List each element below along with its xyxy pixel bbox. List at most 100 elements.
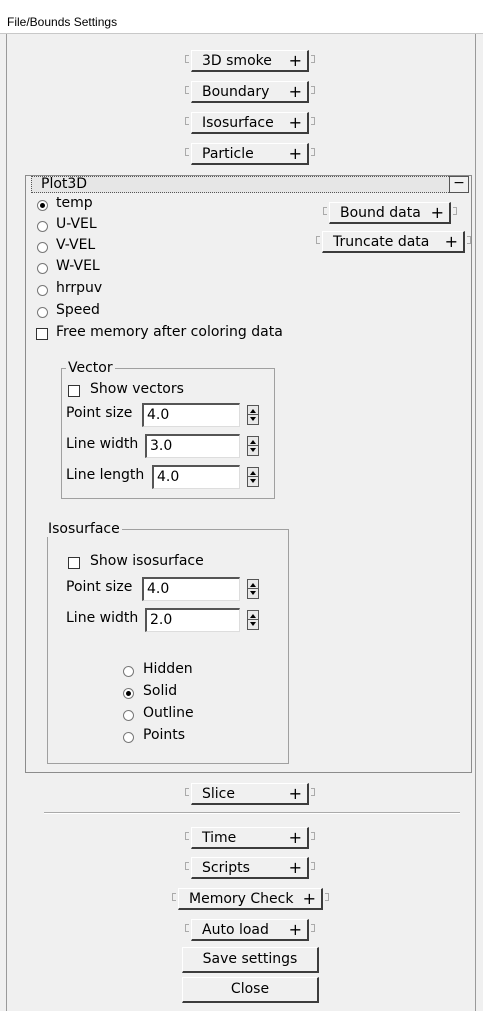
rollout-right-tick [325,893,329,901]
vector-point-size-spinner[interactable] [247,405,259,425]
rollout-right-tick [311,148,315,156]
radio-temp-label: temp [56,195,93,211]
radio-u-vel[interactable] [37,221,48,232]
free-memory-checkbox[interactable] [36,328,48,340]
radio-w-vel[interactable] [37,263,48,274]
rollout-slice[interactable]: Slice + [185,783,315,805]
rollout-left-tick [185,117,189,125]
free-memory-label: Free memory after coloring data [56,324,283,340]
save-settings-button[interactable]: Save settings [182,947,319,973]
rollout-memory-check[interactable]: Memory Check + [172,888,329,910]
rollout-isosurface[interactable]: Isosurface + [185,112,315,134]
rollout-label: Truncate data [333,234,430,250]
radio-points-label: Points [143,727,186,743]
expand-plus-icon: + [288,82,302,101]
rollout-face[interactable]: Slice + [191,783,309,805]
rollout-left-tick [185,788,189,796]
rollout-label: Scripts [202,860,250,876]
rollout-right-tick [311,862,315,870]
radio-outline[interactable] [123,710,134,721]
rollout-face[interactable]: Truncate data + [322,231,465,253]
vector-line-width-input[interactable]: 3.0 [145,434,240,458]
iso-point-size-label: Point size [66,579,133,595]
rollout-3d-smoke[interactable]: 3D smoke + [185,50,315,72]
rollout-face[interactable]: Memory Check + [178,888,323,910]
show-isosurface-checkbox[interactable] [68,557,80,569]
radio-w-vel-label: W-VEL [56,258,100,274]
rollout-label: Auto load [202,922,269,938]
radio-v-vel[interactable] [37,242,48,253]
radio-outline-label: Outline [143,705,194,721]
expand-plus-icon: + [288,858,302,877]
rollout-right-tick [311,117,315,125]
iso-line-width-input[interactable]: 2.0 [145,608,240,632]
rollout-label: Particle [202,146,254,162]
vector-line-length-input[interactable]: 4.0 [152,465,240,489]
frame-left-edge [6,34,7,1011]
expand-plus-icon: + [288,784,302,803]
vector-point-size-input[interactable]: 4.0 [142,403,240,427]
vector-line-length-label: Line length [66,467,145,483]
show-vectors-label: Show vectors [90,381,184,397]
radio-temp[interactable] [37,200,48,211]
radio-points[interactable] [123,732,134,743]
expand-plus-icon: + [288,144,302,163]
vector-point-size-label: Point size [66,405,133,421]
title-bar: File/Bounds Settings [0,0,483,34]
radio-hrrpuv-label: hrrpuv [56,280,103,296]
rollout-label: Slice [202,786,235,802]
rollout-label: Boundary [202,84,270,100]
rollout-bound-data[interactable]: Bound data + [323,202,457,224]
rollout-left-tick [185,924,189,932]
show-isosurface-label: Show isosurface [90,553,204,569]
rollout-label: Memory Check [189,891,294,907]
rollout-boundary[interactable]: Boundary + [185,81,315,103]
rollout-label: Isosurface [202,115,274,131]
rollout-right-tick [453,207,457,215]
radio-solid[interactable] [123,688,134,699]
radio-u-vel-label: U-VEL [56,216,97,232]
rollout-left-tick [172,893,176,901]
rollout-left-tick [185,55,189,63]
expand-plus-icon: + [288,113,302,132]
radio-hrrpuv[interactable] [37,285,48,296]
rollout-right-tick [467,236,471,244]
rollout-face[interactable]: Auto load + [191,919,309,941]
expand-plus-icon: + [288,828,302,847]
rollout-face[interactable]: Boundary + [191,81,309,103]
radio-solid-label: Solid [143,683,178,699]
separator-highlight [44,813,460,814]
vector-line-length-spinner[interactable] [247,467,259,487]
plot3d-title: Plot3D [41,176,88,192]
rollout-auto-load[interactable]: Auto load + [185,919,315,941]
show-vectors-checkbox[interactable] [68,385,80,397]
close-button[interactable]: Close [182,977,319,1003]
rollout-right-tick [311,788,315,796]
rollout-left-tick [185,862,189,870]
rollout-face[interactable]: Time + [191,827,309,849]
rollout-face[interactable]: Particle + [191,143,309,165]
rollout-left-tick [316,236,320,244]
rollout-right-tick [311,832,315,840]
rollout-face[interactable]: Isosurface + [191,112,309,134]
iso-point-size-spinner[interactable] [247,579,259,599]
rollout-particle[interactable]: Particle + [185,143,315,165]
radio-speed[interactable] [37,307,48,318]
expand-plus-icon: + [430,203,444,222]
iso-line-width-spinner[interactable] [247,610,259,630]
vector-line-width-spinner[interactable] [247,436,259,456]
rollout-face[interactable]: Bound data + [329,202,451,224]
iso-point-size-input[interactable]: 4.0 [142,577,240,601]
collapse-minus-icon[interactable]: − [449,176,469,193]
plot3d-panel-header[interactable]: Plot3D − [31,176,469,193]
radio-hidden[interactable] [123,666,134,677]
rollout-face[interactable]: 3D smoke + [191,50,309,72]
rollout-truncate-data[interactable]: Truncate data + [316,231,471,253]
rollout-time[interactable]: Time + [185,827,315,849]
rollout-label: 3D smoke [202,53,272,69]
rollout-label: Bound data [340,205,421,221]
rollout-scripts[interactable]: Scripts + [185,857,315,879]
frame-right-edge [475,34,476,1011]
rollout-face[interactable]: Scripts + [191,857,309,879]
vector-line-width-label: Line width [66,436,139,452]
